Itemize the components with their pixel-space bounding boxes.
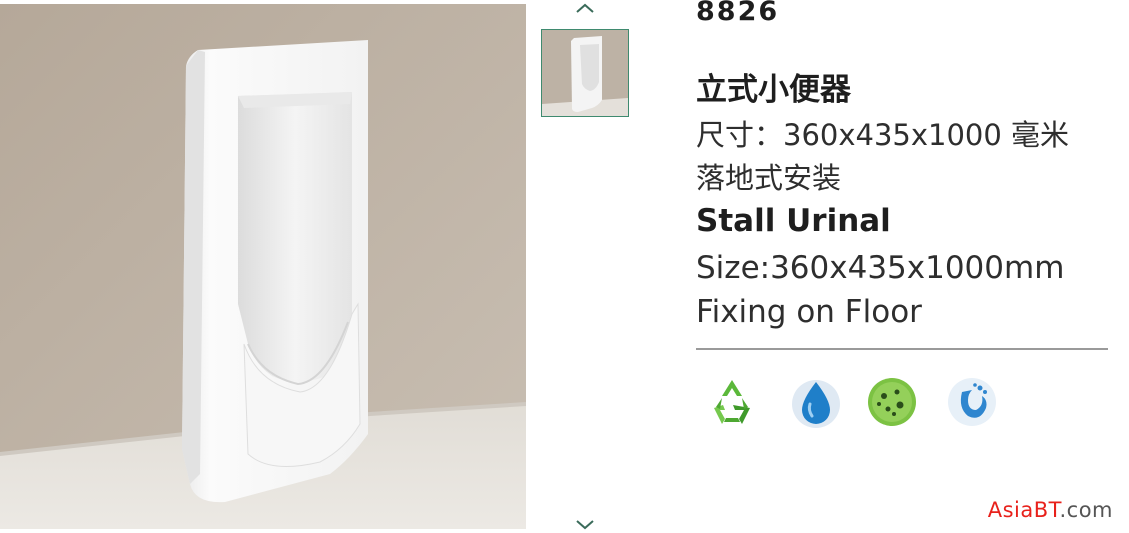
watermark-brand-b: BT (1033, 498, 1060, 522)
watermark: AsiaBT.com (988, 498, 1113, 522)
product-install-en: Fixing on Floor (696, 294, 922, 330)
model-number: 8826 (696, 0, 780, 27)
chevron-up-icon[interactable] (572, 0, 598, 18)
thumbnail-strip (540, 0, 632, 533)
divider (696, 348, 1108, 350)
watermark-brand-a: Asia (987, 498, 1034, 522)
chevron-down-icon[interactable] (572, 515, 598, 533)
product-title-en: Stall Urinal (696, 203, 891, 239)
water-drop-icon (788, 374, 844, 430)
watermark-suffix: .com (1059, 498, 1113, 522)
product-install-cn: 落地式安装 (696, 161, 842, 195)
recycle-icon (704, 374, 760, 430)
product-title-cn: 立式小便器 (696, 72, 851, 108)
product-size-cn: 尺寸：360x435x1000 毫米 (696, 118, 1070, 152)
water-saving-icon (944, 374, 1000, 430)
antibacterial-icon (864, 374, 920, 430)
main-product-image (0, 4, 526, 529)
thumbnail-stall-urinal[interactable] (541, 29, 629, 117)
product-size-en: Size:360x435x1000mm (696, 250, 1065, 286)
